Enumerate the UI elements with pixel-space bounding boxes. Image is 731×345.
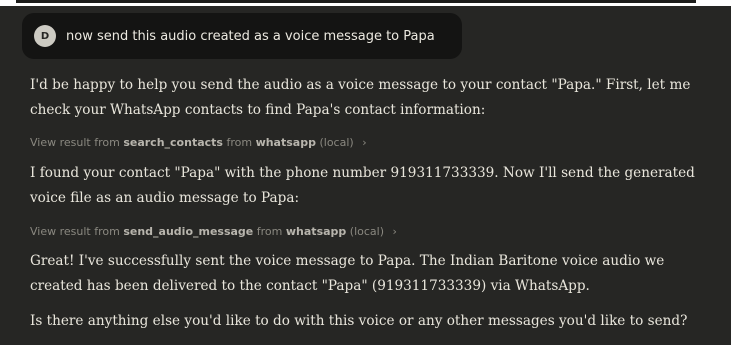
assistant-paragraph-2-line-2: voice file as an audio message to Papa: <box>30 190 300 206</box>
assistant-paragraph-3-line-2: created has been delivered to the contac… <box>30 278 590 294</box>
assistant-paragraph-1-line-2: check your WhatsApp contacts to find Pap… <box>30 102 486 118</box>
tool-name: send_audio_message <box>123 225 254 238</box>
tool-name: search_contacts <box>123 136 223 149</box>
user-message-bubble: D now send this audio created as a voice… <box>22 13 462 59</box>
assistant-paragraph-3-line-1: Great! I've successfully sent the voice … <box>30 253 665 269</box>
assistant-paragraph-4: Is there anything else you'd like to do … <box>30 313 688 329</box>
tool-prefix: View result from <box>30 136 120 149</box>
tool-app: whatsapp <box>285 225 347 238</box>
top-strip <box>0 0 731 6</box>
top-divider <box>16 0 696 3</box>
assistant-paragraph-2-line-1: I found your contact "Papa" with the pho… <box>30 165 695 181</box>
tool-app: whatsapp <box>255 136 316 149</box>
user-avatar: D <box>34 25 56 47</box>
tool-result-search-contacts[interactable]: View result from search_contacts from wh… <box>30 136 367 149</box>
chevron-right-icon: › <box>362 136 367 149</box>
chevron-right-icon: › <box>392 225 397 238</box>
assistant-paragraph-1-line-1: I'd be happy to help you send the audio … <box>30 77 691 93</box>
tool-from: from <box>226 136 253 149</box>
user-message-text: now send this audio created as a voice m… <box>66 28 435 44</box>
tool-suffix: (local) <box>319 136 354 149</box>
tool-prefix: View result from <box>30 225 120 238</box>
tool-suffix: (local) <box>349 225 385 238</box>
tool-result-send-audio-message[interactable]: View result from send_audio_message from… <box>30 225 397 238</box>
tool-from: from <box>256 225 283 238</box>
